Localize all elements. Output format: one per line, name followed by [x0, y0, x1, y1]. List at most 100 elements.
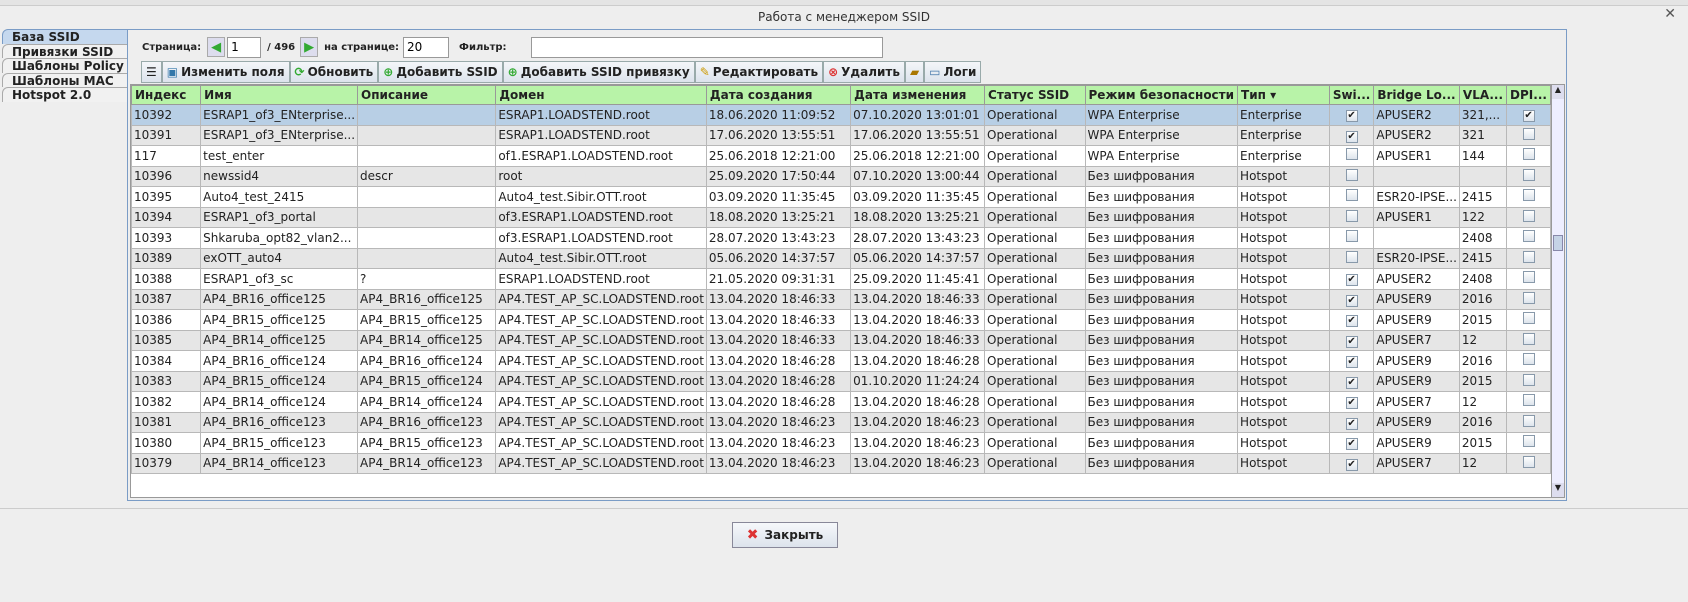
table-row[interactable]: 10387 AP4_BR16_office125 AP4_BR16_office12… — [131, 288, 1551, 310]
table-row[interactable]: 117 test_enter of1.ESRAP1.LOADSTEND.root 25… — [131, 145, 1551, 167]
checked-checkbox[interactable]: ✔ — [1345, 438, 1358, 451]
prev-page-button[interactable]: ◀ — [207, 37, 226, 57]
table-row[interactable]: 10382 AP4_BR14_office124 AP4_BR14_office12… — [131, 391, 1551, 413]
unchecked-checkbox[interactable] — [1522, 455, 1535, 468]
logs-button[interactable]: ▭ Логи — [924, 61, 982, 83]
column-header[interactable]: Дата изменения — [850, 85, 986, 105]
unchecked-checkbox[interactable] — [1522, 127, 1535, 140]
close-button[interactable]: ✖ Закрыть — [732, 522, 838, 548]
table-row[interactable]: 10391 ESRAP1_of3_ENterprise... ESRAP1.LOAD… — [131, 124, 1551, 146]
unchecked-checkbox[interactable] — [1345, 209, 1358, 222]
close-label: Закрыть — [764, 528, 824, 542]
scroll-thumb[interactable] — [1553, 235, 1563, 251]
unchecked-checkbox[interactable] — [1522, 209, 1535, 222]
edit-fields-button[interactable]: ▣ Изменить поля — [161, 61, 290, 83]
column-header[interactable]: Домен — [495, 85, 707, 105]
checked-checkbox[interactable]: ✔ — [1345, 397, 1358, 410]
checked-checkbox[interactable]: ✔ — [1345, 417, 1358, 430]
unchecked-checkbox[interactable] — [1345, 250, 1358, 263]
checked-checkbox[interactable]: ✔ — [1345, 315, 1358, 328]
unchecked-checkbox[interactable] — [1522, 291, 1535, 304]
checked-checkbox[interactable]: ✔ — [1522, 110, 1535, 123]
tab-ssid-bindings[interactable]: Привязки SSID — [2, 43, 128, 58]
tab-hotspot[interactable]: Hotspot 2.0 — [2, 87, 128, 102]
table-row[interactable]: 10381 AP4_BR16_office123 AP4_BR16_office12… — [131, 411, 1551, 433]
page-input[interactable] — [227, 36, 262, 58]
table-cell: 17.06.2020 13:55:51 — [850, 124, 986, 146]
unchecked-checkbox[interactable] — [1345, 230, 1358, 243]
per-page-input[interactable] — [403, 36, 450, 58]
table-row[interactable]: 10395 Auto4_test_2415 Auto4_test.Sibir.OTT… — [131, 186, 1551, 208]
column-header[interactable]: Тип ▾ — [1237, 85, 1330, 105]
column-header[interactable]: Имя — [200, 85, 359, 105]
filter-input[interactable] — [530, 36, 883, 58]
unchecked-checkbox[interactable] — [1522, 394, 1535, 407]
unchecked-checkbox[interactable] — [1345, 168, 1358, 181]
unchecked-checkbox[interactable] — [1345, 148, 1358, 161]
table-row[interactable]: 10383 AP4_BR15_office124 AP4_BR15_office12… — [131, 370, 1551, 392]
vertical-scrollbar[interactable]: ▲ ▼ — [1551, 84, 1565, 498]
delete-button[interactable]: ⊗ Удалить — [823, 61, 905, 83]
column-header[interactable]: Bridge Lo... — [1373, 85, 1460, 105]
unchecked-checkbox[interactable] — [1522, 230, 1535, 243]
checked-checkbox[interactable]: ✔ — [1345, 356, 1358, 369]
column-header[interactable]: Описание — [357, 85, 497, 105]
column-header[interactable]: Статус SSID — [984, 85, 1086, 105]
checked-checkbox[interactable]: ✔ — [1345, 335, 1358, 348]
columns-button[interactable]: ☰ — [141, 61, 162, 83]
edit-button[interactable]: ✎ Редактировать — [694, 61, 824, 83]
table-row[interactable]: 10388 ESRAP1_of3_sc? ESRAP1.LOADSTEND.root… — [131, 268, 1551, 290]
checked-checkbox[interactable]: ✔ — [1345, 376, 1358, 389]
unchecked-checkbox[interactable] — [1522, 332, 1535, 345]
tab-mac-templates[interactable]: Шаблоны MAC — [2, 72, 128, 87]
column-header[interactable]: Индекс — [131, 85, 202, 105]
refresh-button[interactable]: ⟳ Обновить — [289, 61, 379, 83]
next-page-button[interactable]: ▶ — [300, 37, 319, 57]
checked-checkbox[interactable]: ✔ — [1345, 110, 1358, 123]
table-row[interactable]: 10384 AP4_BR16_office124 AP4_BR16_office12… — [131, 350, 1551, 372]
tab-ssid-base[interactable]: База SSID — [2, 29, 128, 44]
unchecked-checkbox[interactable] — [1522, 435, 1535, 448]
column-header[interactable]: Режим безопасности — [1084, 85, 1239, 105]
window-close-icon[interactable]: ✕ — [1664, 6, 1676, 22]
unchecked-checkbox[interactable] — [1522, 353, 1535, 366]
table-row[interactable]: 10396 newssid4 descr root 25.09.2020 17:50:4… — [131, 165, 1551, 187]
checked-checkbox[interactable]: ✔ — [1345, 274, 1358, 287]
table-row[interactable]: 10389 exOTT_auto4 Auto4_test.Sibir.OTT.roo… — [131, 247, 1551, 269]
unchecked-checkbox[interactable] — [1522, 414, 1535, 427]
unchecked-checkbox[interactable] — [1522, 312, 1535, 325]
export-button[interactable]: ▰ — [904, 61, 925, 83]
checked-checkbox[interactable]: ✔ — [1345, 458, 1358, 471]
checked-checkbox[interactable]: ✔ — [1345, 130, 1358, 143]
tab-policy-templates[interactable]: Шаблоны Policy — [2, 58, 128, 73]
unchecked-checkbox[interactable] — [1522, 148, 1535, 161]
column-header[interactable]: Swi... — [1328, 85, 1375, 105]
checked-checkbox[interactable]: ✔ — [1345, 294, 1358, 307]
table-row[interactable]: 10386 AP4_BR15_office125 AP4_BR15_office12… — [131, 309, 1551, 331]
column-header[interactable]: Дата создания — [705, 85, 852, 105]
unchecked-checkbox[interactable] — [1522, 189, 1535, 202]
table-row[interactable]: 10380 AP4_BR15_office123 AP4_BR15_office12… — [131, 432, 1551, 454]
table-cell: AP4_BR14_office124 — [357, 391, 497, 413]
list-icon: ☰ — [146, 65, 157, 79]
unchecked-checkbox[interactable] — [1522, 250, 1535, 263]
table-cell: 12 — [1458, 452, 1508, 474]
table-row[interactable]: 10385 AP4_BR14_office125 AP4_BR14_office12… — [131, 329, 1551, 351]
column-header[interactable]: DPI... — [1506, 85, 1551, 105]
column-header[interactable]: VLA... — [1458, 85, 1508, 105]
unchecked-checkbox[interactable] — [1522, 168, 1535, 181]
table-row[interactable]: 10393 Shkaruba_opt82_vlan2... of3.ESRAP1.L… — [131, 227, 1551, 249]
table-cell: 2016 — [1458, 288, 1508, 310]
unchecked-checkbox[interactable] — [1522, 271, 1535, 284]
checkbox-cell — [1506, 452, 1551, 474]
table-row[interactable]: 10379 AP4_BR14_office123 AP4_BR14_office12… — [131, 452, 1551, 474]
unchecked-checkbox[interactable] — [1345, 189, 1358, 202]
scroll-down-icon[interactable]: ▼ — [1552, 483, 1564, 497]
scroll-up-icon[interactable]: ▲ — [1552, 85, 1564, 99]
table-row[interactable]: 10394 ESRAP1_of3_portal of3.ESRAP1.LOADSTE… — [131, 206, 1551, 228]
table-row[interactable]: 10392 ESRAP1_of3_ENterprise... ESRAP1.LOAD… — [131, 104, 1551, 126]
table-cell: AP4_BR14_office125 — [200, 329, 359, 351]
unchecked-checkbox[interactable] — [1522, 373, 1535, 386]
add-ssid-button[interactable]: ⊕ Добавить SSID — [378, 61, 503, 83]
add-binding-button[interactable]: ⊕ Добавить SSID привязку — [502, 61, 695, 83]
